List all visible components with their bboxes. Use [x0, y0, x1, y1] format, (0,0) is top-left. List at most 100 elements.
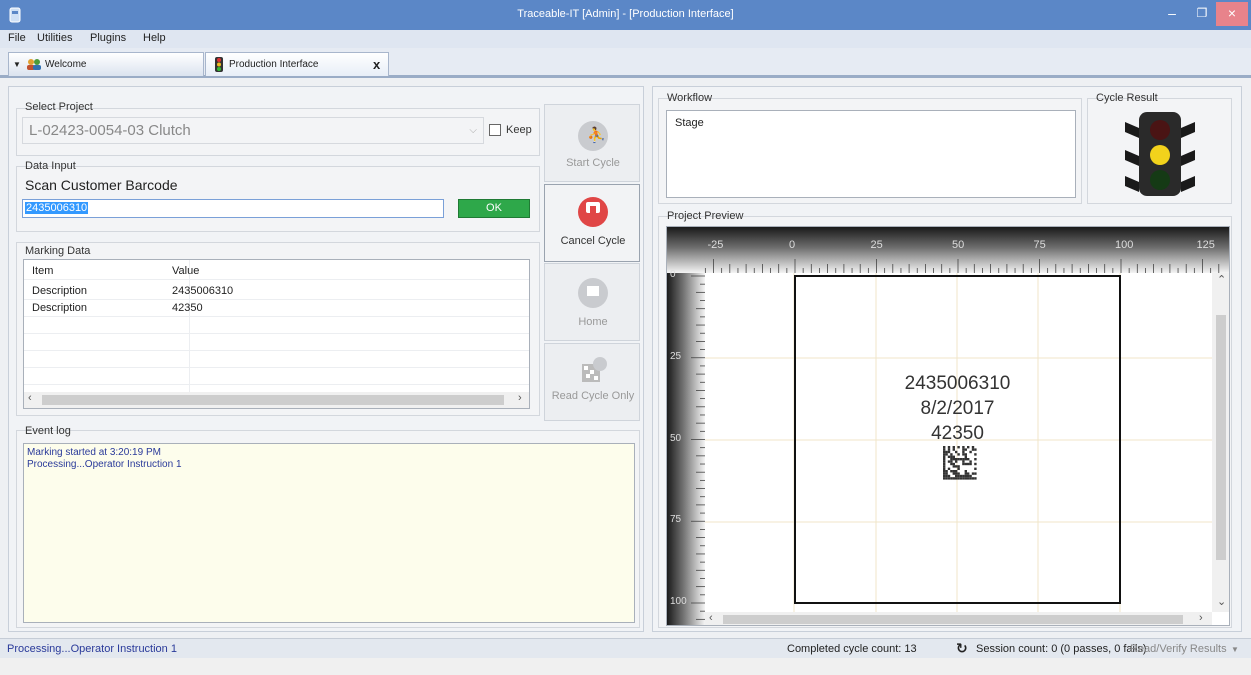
- scroll-left-icon[interactable]: ‹: [28, 392, 32, 404]
- read-verify-results-dropdown[interactable]: Read/Verify Results: [1130, 643, 1227, 655]
- keep-checkbox[interactable]: [489, 124, 501, 136]
- workflow-label: Workflow: [667, 92, 713, 104]
- menu-plugins[interactable]: Plugins: [90, 32, 126, 44]
- table-header-row: Item Value: [24, 263, 529, 280]
- home-button[interactable]: Home: [544, 263, 640, 341]
- table-row[interactable]: Description 42350: [24, 300, 529, 317]
- cancel-home-icon: [578, 197, 608, 227]
- cell-item: Description: [32, 285, 88, 297]
- close-window-button[interactable]: ×: [1216, 2, 1248, 26]
- ruler-x-label: 75: [1033, 239, 1046, 251]
- scroll-thumb[interactable]: [723, 615, 1183, 624]
- table-row-empty: [24, 351, 529, 368]
- project-preview-label: Project Preview: [667, 210, 744, 222]
- users-icon: [27, 59, 41, 70]
- window-title: Traceable-IT [Admin] - [Production Inter…: [517, 8, 734, 20]
- marking-data-label: Marking Data: [25, 245, 91, 257]
- cell-item: Description: [32, 302, 88, 314]
- start-cycle-button[interactable]: ⛹ Start Cycle: [544, 104, 640, 182]
- event-log[interactable]: Marking started at 3:20:19 PM Processing…: [23, 443, 635, 623]
- home-label: Home: [578, 316, 608, 328]
- select-project-label: Select Project: [25, 101, 93, 113]
- menu-utilities[interactable]: Utilities: [37, 32, 72, 44]
- barcode-input-value: 2435006310: [25, 202, 89, 214]
- chevron-down-icon[interactable]: ▼: [13, 60, 21, 69]
- ruler-x-label: 125: [1196, 239, 1215, 251]
- document-tab-bar: ▼ Welcome Production Interface x: [0, 48, 1251, 78]
- tab-welcome-label: Welcome: [45, 59, 87, 70]
- read-cycle-only-button[interactable]: Read Cycle Only: [544, 343, 640, 421]
- start-cycle-label: Start Cycle: [566, 157, 620, 169]
- table-row-empty: [24, 368, 529, 385]
- cycle-result-label: Cycle Result: [1096, 92, 1158, 104]
- preview-marking-text: 2435006310 8/2/2017 42350: [795, 371, 1120, 446]
- completed-cycle-count: Completed cycle count: 13: [787, 643, 917, 655]
- run-icon: ⛹: [578, 121, 608, 151]
- ok-button[interactable]: OK: [458, 199, 530, 218]
- ruler-x-label: -25: [707, 239, 724, 251]
- workflow-column-stage: Stage: [675, 117, 704, 129]
- vertical-scrollbar[interactable]: ⌃ ⌄: [1212, 273, 1229, 612]
- scroll-thumb[interactable]: [42, 395, 504, 405]
- horizontal-scrollbar[interactable]: ‹ ›: [24, 392, 529, 408]
- event-log-label: Event log: [25, 425, 71, 437]
- tab-welcome[interactable]: ▼ Welcome: [8, 52, 204, 76]
- marking-data-table[interactable]: Item Value Description 2435006310 Descri…: [23, 259, 530, 409]
- session-count: Session count: 0 (0 passes, 0 fails): [976, 643, 1147, 655]
- preview-line-barcode: 2435006310: [904, 373, 1011, 394]
- data-input-prompt: Scan Customer Barcode: [25, 177, 178, 193]
- ruler-x-label: 0: [789, 239, 796, 251]
- read-cycle-only-label: Read Cycle Only: [551, 390, 635, 402]
- title-bar: Traceable-IT [Admin] - [Production Inter…: [0, 0, 1251, 30]
- table-row-empty: [24, 334, 529, 351]
- cancel-cycle-button[interactable]: Cancel Cycle: [544, 184, 640, 262]
- barcode-input[interactable]: 2435006310: [22, 199, 444, 218]
- project-preview-canvas[interactable]: 2435006310 8/2/2017 42350 -25 0 25 50 75 100 1…: [666, 226, 1230, 626]
- project-select[interactable]: L-02423-0054-03 Clutch ⌵: [22, 117, 484, 144]
- close-tab-icon[interactable]: x: [373, 57, 380, 72]
- chevron-down-icon[interactable]: ▼: [1231, 645, 1239, 654]
- tab-production-interface[interactable]: Production Interface x: [205, 52, 389, 76]
- scroll-up-icon[interactable]: ⌃: [1217, 273, 1226, 286]
- event-log-line: Processing...Operator Instruction 1: [27, 459, 182, 470]
- home-icon: [578, 278, 608, 308]
- ruler-y-label: 50: [670, 432, 682, 444]
- horizontal-scrollbar[interactable]: ‹ ›: [705, 612, 1212, 625]
- ruler-x-label: 100: [1115, 239, 1134, 251]
- workflow-list[interactable]: Stage: [666, 110, 1076, 198]
- chevron-down-icon[interactable]: ⌵: [469, 125, 477, 136]
- traffic-light-icon: [215, 57, 223, 72]
- scroll-down-icon[interactable]: ⌄: [1217, 595, 1226, 608]
- ruler-x-label: 25: [870, 239, 883, 251]
- scroll-right-icon[interactable]: ›: [518, 392, 522, 404]
- cell-value: 42350: [172, 302, 203, 314]
- tab-production-label: Production Interface: [229, 59, 319, 70]
- minimize-button[interactable]: –: [1157, 2, 1187, 26]
- ruler-y-label: 25: [670, 350, 682, 362]
- column-header-item[interactable]: Item: [32, 265, 53, 277]
- cell-value: 2435006310: [172, 285, 234, 297]
- refresh-icon[interactable]: ↻: [956, 640, 968, 657]
- preview-line-value: 42350: [931, 423, 984, 444]
- restore-button[interactable]: ❐: [1187, 2, 1217, 26]
- window-bottom-strip: [0, 658, 1251, 675]
- table-row[interactable]: Description 2435006310: [24, 283, 529, 300]
- menu-help[interactable]: Help: [143, 32, 166, 44]
- traffic-light-icon: [1125, 112, 1195, 196]
- keep-label: Keep: [506, 124, 532, 136]
- menu-file[interactable]: File: [8, 32, 26, 44]
- menu-bar: File Utilities Plugins Help: [0, 30, 1251, 48]
- datamatrix-read-icon: [582, 357, 607, 382]
- ruler-y-label: 75: [670, 514, 682, 526]
- table-row-empty: [24, 317, 529, 334]
- data-input-label: Data Input: [25, 160, 76, 172]
- project-select-value: L-02423-0054-03 Clutch: [29, 122, 191, 139]
- scroll-left-icon[interactable]: ‹: [709, 612, 713, 624]
- column-header-value[interactable]: Value: [172, 265, 199, 277]
- cancel-cycle-label: Cancel Cycle: [560, 235, 626, 247]
- scroll-right-icon[interactable]: ›: [1199, 612, 1203, 624]
- ruler-x-label: 50: [952, 239, 965, 251]
- scroll-thumb[interactable]: [1216, 315, 1226, 560]
- status-message: Processing...Operator Instruction 1: [7, 643, 177, 655]
- ruler-y-label: 0: [670, 269, 676, 280]
